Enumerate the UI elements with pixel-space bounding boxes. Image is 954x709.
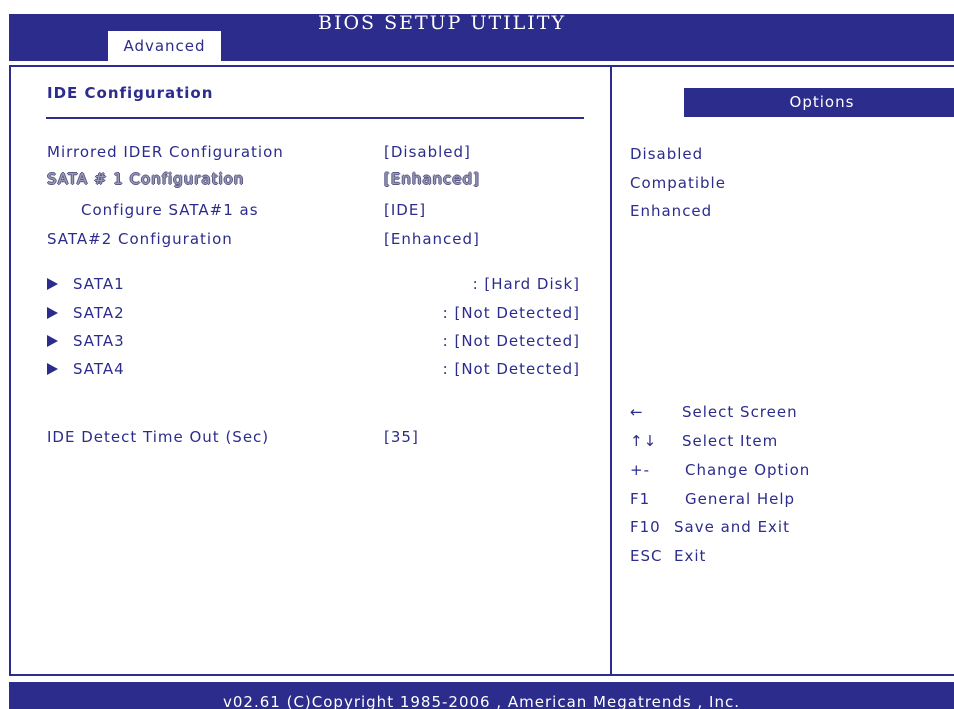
options-header: Options: [684, 88, 954, 117]
bios-screen: BIOS SETUP UTILITY Advanced IDE Configur…: [0, 0, 954, 709]
app-title: BIOS SETUP UTILITY: [318, 14, 567, 32]
triangle-right-icon: [47, 363, 58, 375]
submenu-label: SATA2: [73, 304, 125, 322]
submenu-sata3[interactable]: SATA3 : [Not Detected]: [0, 329, 600, 353]
triangle-right-icon: [47, 278, 58, 290]
help-desc: Change Option: [685, 461, 811, 479]
option-disabled[interactable]: Disabled: [630, 142, 703, 166]
help-key: F10: [630, 518, 661, 536]
submenu-value: : [Not Detected]: [442, 360, 580, 378]
setting-ide-detect-timeout[interactable]: IDE Detect Time Out (Sec) [35]: [0, 425, 600, 449]
help-desc: General Help: [685, 490, 796, 508]
triangle-right-icon: [47, 307, 58, 319]
section-divider: [46, 117, 584, 119]
setting-label: Mirrored IDER Configuration: [47, 143, 284, 161]
setting-label: Configure SATA#1 as: [81, 201, 259, 219]
copyright-text: v02.61 (C)Copyright 1985-2006 , American…: [223, 693, 740, 709]
setting-label: SATA # 1 Configuration: [47, 170, 245, 188]
setting-configure-sata1-as[interactable]: Configure SATA#1 as [IDE]: [0, 198, 600, 222]
help-desc: Exit: [674, 547, 707, 565]
setting-value: [Enhanced]: [384, 230, 480, 248]
submenu-value: : [Not Detected]: [442, 304, 580, 322]
submenu-label: SATA1: [73, 275, 125, 293]
help-key: F1: [630, 490, 651, 508]
help-desc: Save and Exit: [674, 518, 790, 536]
setting-mirrored-ider[interactable]: Mirrored IDER Configuration [Disabled]: [0, 140, 600, 164]
option-enhanced[interactable]: Enhanced: [630, 199, 712, 223]
triangle-right-icon: [47, 335, 58, 347]
submenu-value: : [Hard Disk]: [472, 275, 580, 293]
submenu-sata1[interactable]: SATA1 : [Hard Disk]: [0, 272, 600, 296]
section-title: IDE Configuration: [47, 84, 214, 102]
footer-bar: v02.61 (C)Copyright 1985-2006 , American…: [9, 682, 954, 709]
help-key: +-: [630, 461, 650, 479]
submenu-label: SATA3: [73, 332, 125, 350]
submenu-sata4[interactable]: SATA4 : [Not Detected]: [0, 357, 600, 381]
help-key: ESC: [630, 547, 663, 565]
submenu-sata2[interactable]: SATA2 : [Not Detected]: [0, 301, 600, 325]
tab-advanced[interactable]: Advanced: [108, 31, 221, 61]
help-desc: Select Item: [682, 432, 779, 450]
arrow-up-down-icon: ↑↓: [630, 432, 658, 450]
option-compatible[interactable]: Compatible: [630, 171, 726, 195]
setting-sata2-configuration[interactable]: SATA#2 Configuration [Enhanced]: [0, 227, 600, 251]
setting-value: [Enhanced]: [384, 170, 480, 188]
setting-label: IDE Detect Time Out (Sec): [47, 428, 270, 446]
setting-value: [35]: [384, 428, 419, 446]
setting-value: [Disabled]: [384, 143, 471, 161]
panel-divider: [610, 67, 612, 674]
submenu-value: : [Not Detected]: [442, 332, 580, 350]
submenu-label: SATA4: [73, 360, 125, 378]
setting-sata1-configuration[interactable]: SATA # 1 Configuration [Enhanced]: [0, 167, 600, 191]
setting-label: SATA#2 Configuration: [47, 230, 233, 248]
help-desc: Select Screen: [682, 403, 798, 421]
setting-value: [IDE]: [384, 201, 427, 219]
arrow-left-icon: ←: [630, 403, 644, 421]
